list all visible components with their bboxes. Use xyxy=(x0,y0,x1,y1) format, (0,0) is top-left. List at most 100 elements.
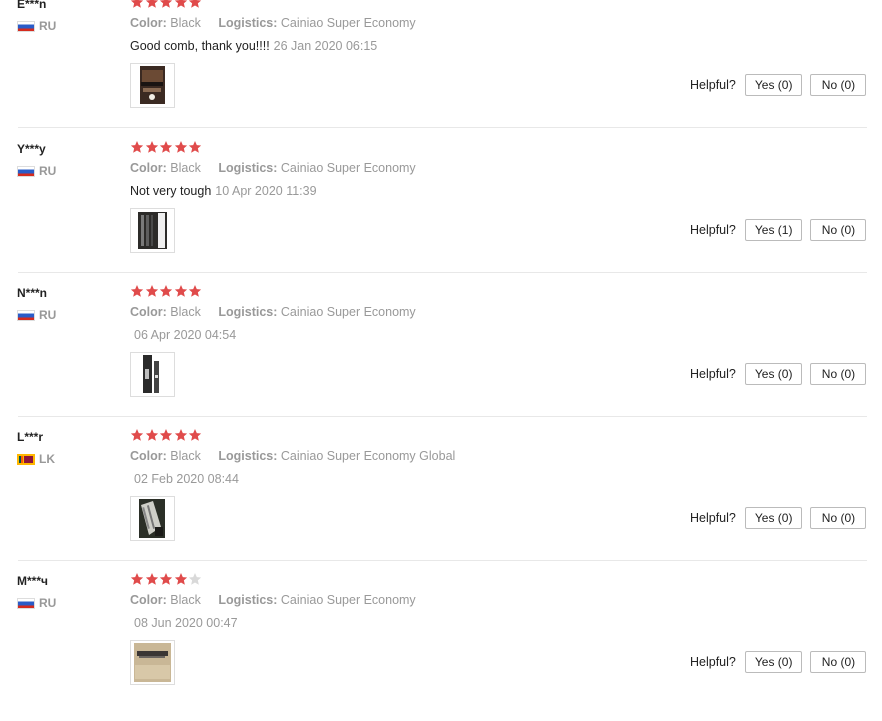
review-date: 10 Apr 2020 11:39 xyxy=(215,184,317,198)
reviewer-name: Y***y xyxy=(17,142,46,156)
helpful-label: Helpful? xyxy=(690,78,736,92)
review-date: 08 Jun 2020 00:47 xyxy=(134,616,238,630)
country-code: RU xyxy=(39,19,57,33)
star-filled-icon xyxy=(130,429,144,441)
color-value: Black xyxy=(170,305,201,319)
review-comment: Good comb, thank you!!!! 26 Jan 2020 06:1… xyxy=(130,39,377,53)
review-photo-image xyxy=(131,641,174,684)
country-code: LK xyxy=(39,452,55,466)
logistics-value: Cainiao Super Economy xyxy=(280,16,416,30)
star-filled-icon xyxy=(145,429,158,441)
helpful-votes: Helpful? Yes (0) No (0) xyxy=(690,362,867,386)
reviewer-name: E***n xyxy=(17,0,47,11)
review-item: E***n RU Color: Black Logistics: Cainiao… xyxy=(0,0,882,144)
review-comment: 06 Apr 2020 04:54 xyxy=(130,328,236,342)
helpful-yes-button[interactable]: Yes (1) xyxy=(744,219,803,241)
review-attributes: Color: Black Logistics: Cainiao Super Ec… xyxy=(130,305,416,319)
color-value: Black xyxy=(170,593,201,607)
logistics-label: Logistics: xyxy=(218,161,278,175)
review-attributes: Color: Black Logistics: Cainiao Super Ec… xyxy=(130,449,455,463)
star-rating xyxy=(130,572,203,586)
helpful-yes-button[interactable]: Yes (0) xyxy=(744,507,803,529)
helpful-no-button[interactable]: No (0) xyxy=(810,507,867,529)
star-filled-icon xyxy=(188,285,202,297)
star-filled-icon xyxy=(174,429,187,441)
star-filled-icon xyxy=(174,573,187,585)
logistics-value: Cainiao Super Economy xyxy=(280,305,416,319)
star-filled-icon xyxy=(174,141,187,153)
review-date: 26 Jan 2020 06:15 xyxy=(273,39,378,53)
review-photo-image xyxy=(131,64,174,107)
helpful-no-button[interactable]: No (0) xyxy=(810,219,867,241)
color-label: Color: xyxy=(130,449,167,463)
review-photo-image xyxy=(131,353,174,396)
review-attributes: Color: Black Logistics: Cainiao Super Ec… xyxy=(130,593,416,607)
review-divider xyxy=(18,416,867,417)
comment-text: Not very tough xyxy=(130,184,212,198)
review-photo[interactable] xyxy=(130,640,175,685)
color-label: Color: xyxy=(130,305,167,319)
helpful-votes: Helpful? Yes (1) No (0) xyxy=(690,218,867,242)
helpful-no-button[interactable]: No (0) xyxy=(810,363,867,385)
star-filled-icon xyxy=(159,285,173,297)
star-filled-icon xyxy=(174,0,187,8)
country-code: RU xyxy=(39,596,57,610)
review-photo[interactable] xyxy=(130,496,175,541)
country-code: RU xyxy=(39,308,57,322)
helpful-yes-button[interactable]: Yes (0) xyxy=(744,74,803,96)
reviews-list: E***n RU Color: Black Logistics: Cainiao… xyxy=(0,0,882,701)
reviewer-country: LK xyxy=(17,452,55,466)
star-filled-icon xyxy=(188,141,202,153)
star-rating xyxy=(130,428,203,442)
helpful-yes-button[interactable]: Yes (0) xyxy=(744,651,803,673)
star-filled-icon xyxy=(130,141,144,153)
review-comment: 02 Feb 2020 08:44 xyxy=(130,472,239,486)
color-label: Color: xyxy=(130,593,167,607)
helpful-no-button[interactable]: No (0) xyxy=(810,74,867,96)
reviewer-name: L***r xyxy=(17,430,44,444)
helpful-no-button[interactable]: No (0) xyxy=(810,651,867,673)
review-photo-image xyxy=(131,497,174,540)
star-empty-icon xyxy=(188,573,202,585)
helpful-yes-button[interactable]: Yes (0) xyxy=(744,363,803,385)
star-rating xyxy=(130,140,203,154)
helpful-label: Helpful? xyxy=(690,655,736,669)
lk-flag-icon xyxy=(17,453,35,465)
ru-flag-icon xyxy=(17,309,35,321)
color-value: Black xyxy=(170,16,201,30)
reviewer-country: RU xyxy=(17,596,56,610)
star-filled-icon xyxy=(159,429,173,441)
review-date: 02 Feb 2020 08:44 xyxy=(134,472,239,486)
logistics-label: Logistics: xyxy=(218,593,278,607)
helpful-label: Helpful? xyxy=(690,511,736,525)
helpful-votes: Helpful? Yes (0) No (0) xyxy=(690,506,867,530)
review-attributes: Color: Black Logistics: Cainiao Super Ec… xyxy=(130,161,416,175)
color-value: Black xyxy=(170,449,201,463)
review-photo-image xyxy=(131,209,174,252)
reviewer-country: RU xyxy=(17,19,56,33)
reviewer-name: N***n xyxy=(17,286,48,300)
review-divider xyxy=(18,127,867,128)
country-code: RU xyxy=(39,164,57,178)
star-filled-icon xyxy=(159,141,173,153)
ru-flag-icon xyxy=(17,20,35,32)
star-filled-icon xyxy=(188,429,202,441)
star-filled-icon xyxy=(145,573,158,585)
color-label: Color: xyxy=(130,16,167,30)
review-photo[interactable] xyxy=(130,208,175,253)
color-value: Black xyxy=(170,161,201,175)
logistics-label: Logistics: xyxy=(218,305,278,319)
star-filled-icon xyxy=(130,0,144,8)
review-item: M***ч RU Color: Black Logistics: Cainiao… xyxy=(0,573,882,721)
logistics-label: Logistics: xyxy=(218,16,278,30)
star-rating xyxy=(130,284,203,298)
review-photo[interactable] xyxy=(130,352,175,397)
review-divider xyxy=(18,560,867,561)
star-filled-icon xyxy=(174,285,187,297)
review-divider xyxy=(18,272,867,273)
review-photo[interactable] xyxy=(130,63,175,108)
helpful-votes: Helpful? Yes (0) No (0) xyxy=(690,73,867,97)
comment-text: Good comb, thank you!!!! xyxy=(130,39,270,53)
reviewer-country: RU xyxy=(17,164,56,178)
logistics-label: Logistics: xyxy=(218,449,278,463)
